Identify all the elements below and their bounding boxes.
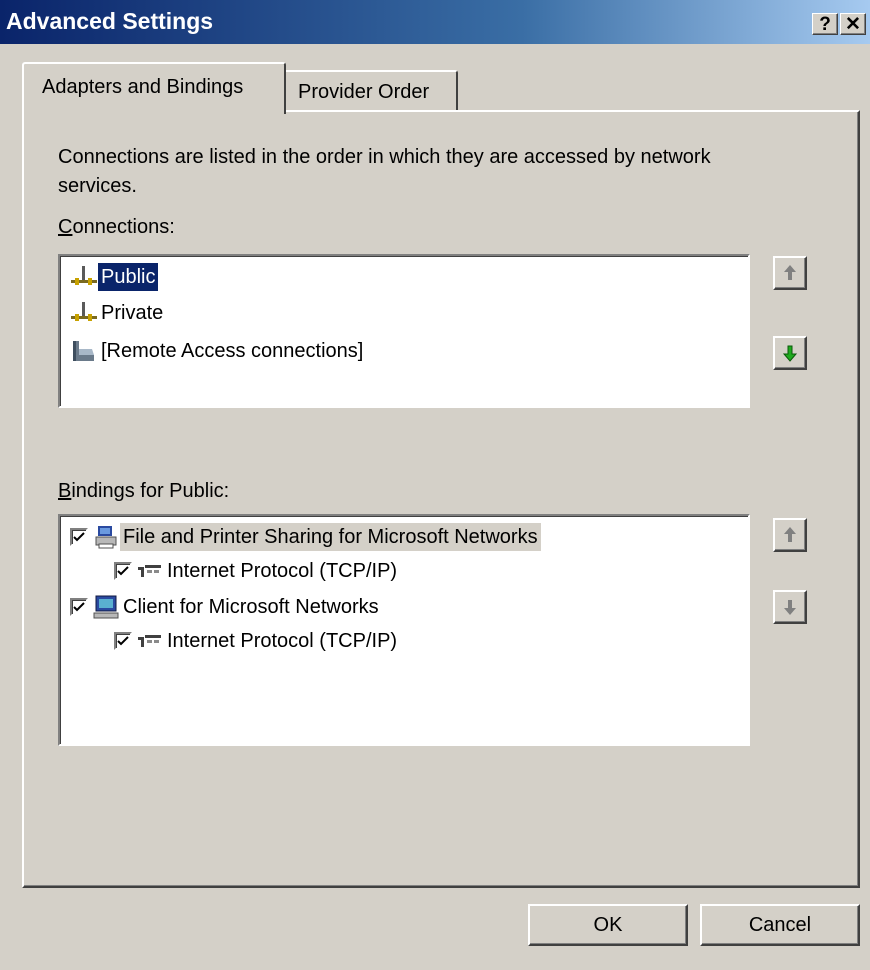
ok-button[interactable]: OK	[528, 904, 688, 946]
list-item[interactable]: Client for Microsoft Networks	[70, 592, 382, 620]
item-label: [Remote Access connections]	[101, 339, 364, 362]
bindings-label: Bindings for Public:	[58, 480, 230, 502]
item-label: Private	[101, 301, 164, 324]
cancel-button[interactable]: Cancel	[700, 904, 860, 946]
connections-label: Connections:	[58, 216, 175, 238]
tab-label: Adapters and Bindings	[42, 76, 244, 98]
item-label: Internet Protocol (TCP/IP)	[167, 629, 398, 652]
tab-adapters-and-bindings[interactable]: Adapters and Bindings	[22, 62, 286, 114]
list-item[interactable]: Internet Protocol (TCP/IP)	[114, 556, 400, 584]
arrow-down-icon	[784, 600, 796, 615]
list-item[interactable]: Public	[70, 261, 160, 292]
network-connection-icon	[70, 265, 98, 289]
help-button[interactable]: ?	[812, 13, 838, 35]
list-item[interactable]: Internet Protocol (TCP/IP)	[114, 626, 400, 654]
item-label: File and Printer Sharing for Microsoft N…	[120, 522, 541, 551]
arrow-down-icon	[782, 345, 798, 362]
checkbox[interactable]	[70, 597, 88, 616]
item-label: Internet Protocol (TCP/IP)	[167, 559, 398, 582]
description-text: Connections are listed in the order in w…	[58, 146, 711, 197]
network-connection-icon	[70, 301, 98, 325]
item-label: Client for Microsoft Networks	[123, 595, 379, 618]
window-title: Advanced Settings	[6, 8, 214, 34]
remote-access-icon	[70, 339, 98, 363]
file-printer-sharing-icon	[92, 525, 120, 549]
tab-label: Provider Order	[298, 81, 430, 103]
item-label: Public	[96, 261, 160, 292]
binding-move-down-button[interactable]	[773, 590, 807, 624]
connections-listbox[interactable]: Public Private [Remote Access connection…	[58, 254, 750, 408]
tab-provider-order[interactable]: Provider Order	[286, 70, 458, 112]
list-item[interactable]: Private	[70, 298, 166, 326]
protocol-icon	[136, 629, 164, 653]
protocol-icon	[136, 559, 164, 583]
move-up-button[interactable]	[773, 256, 807, 290]
move-down-button[interactable]	[773, 336, 807, 370]
arrow-up-icon	[784, 527, 796, 542]
close-button[interactable]: ✕	[840, 13, 866, 35]
checkbox[interactable]	[114, 631, 132, 650]
list-item[interactable]: File and Printer Sharing for Microsoft N…	[70, 522, 541, 551]
network-client-icon	[92, 595, 120, 619]
arrow-up-icon	[784, 265, 796, 280]
title-bar: Advanced Settings ? ✕	[0, 0, 870, 44]
binding-move-up-button[interactable]	[773, 518, 807, 552]
list-item[interactable]: [Remote Access connections]	[70, 336, 366, 364]
checkbox[interactable]	[114, 561, 132, 580]
bindings-listbox[interactable]: File and Printer Sharing for Microsoft N…	[58, 514, 750, 746]
checkbox[interactable]	[70, 527, 88, 546]
